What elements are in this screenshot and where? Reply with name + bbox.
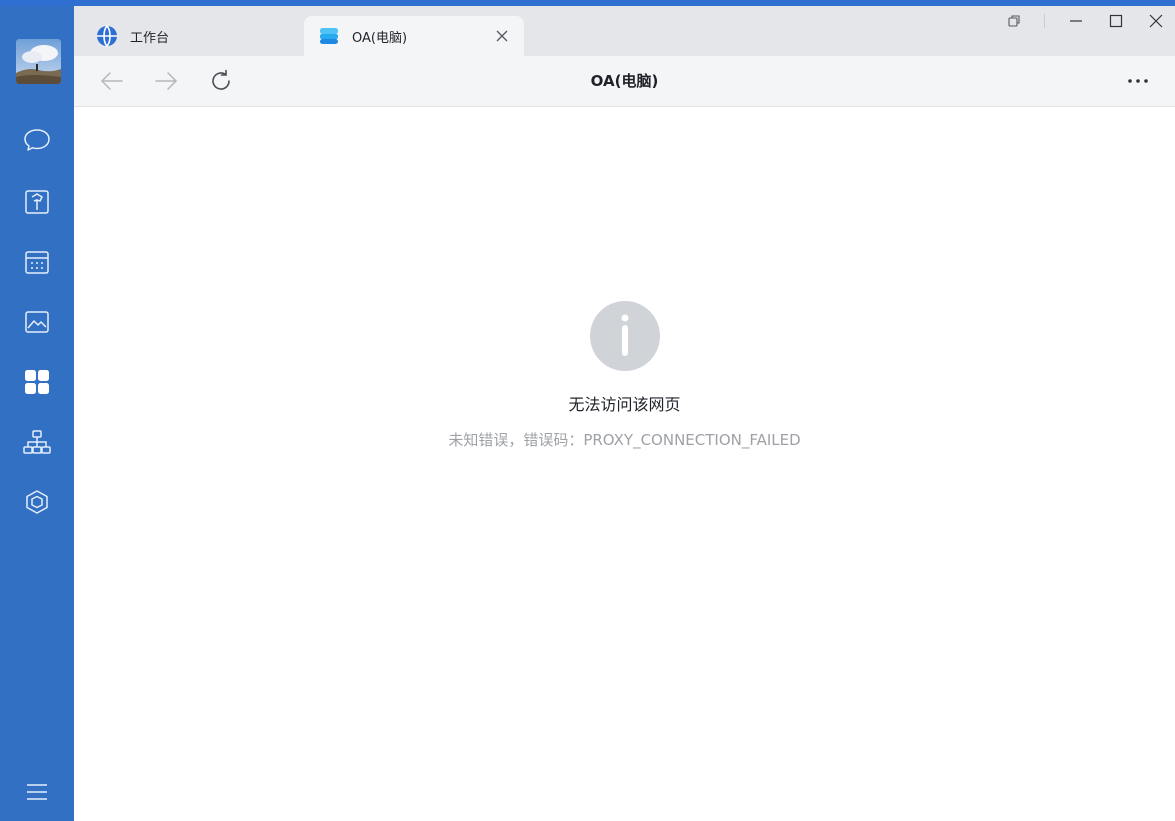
calendar-icon[interactable] — [22, 247, 52, 277]
app-window: 工作台 OA(电脑) OA(电脑) 无法访问该网页 未知错误，错误码：PROXY… — [0, 0, 1175, 821]
minimize-icon[interactable] — [1062, 10, 1090, 32]
close-tab-icon[interactable] — [494, 28, 510, 44]
chat-bubble-icon[interactable] — [22, 125, 52, 155]
tab-label: 工作台 — [130, 30, 170, 46]
sidebar — [0, 6, 74, 821]
forward-arrow-icon[interactable] — [153, 68, 179, 94]
maximize-icon[interactable] — [1102, 10, 1130, 32]
more-options-icon[interactable] — [1125, 68, 1151, 94]
close-window-icon[interactable] — [1142, 10, 1170, 32]
menu-icon[interactable] — [22, 777, 52, 807]
info-icon — [590, 301, 660, 371]
browser-toolbar: OA(电脑) — [74, 56, 1175, 107]
cube-icon[interactable] — [22, 487, 52, 517]
apps-grid-icon[interactable] — [22, 367, 52, 397]
tab-workbench[interactable]: 工作台 — [82, 16, 304, 56]
main-area: 工作台 OA(电脑) OA(电脑) 无法访问该网页 未知错误，错误码：PROXY… — [74, 6, 1175, 821]
tab-label: OA(电脑) — [352, 30, 408, 46]
image-icon[interactable] — [22, 307, 52, 337]
error-title: 无法访问该网页 — [568, 395, 681, 414]
avatar[interactable] — [16, 39, 61, 84]
org-chart-icon[interactable] — [22, 427, 52, 457]
globe-icon — [96, 25, 118, 47]
window-control-divider — [1044, 14, 1045, 28]
page-title: OA(电脑) — [590, 72, 659, 90]
back-arrow-icon[interactable] — [99, 68, 125, 94]
document-icon[interactable] — [22, 187, 52, 217]
error-detail: 未知错误，错误码：PROXY_CONNECTION_FAILED — [448, 431, 801, 449]
page-content: 无法访问该网页 未知错误，错误码：PROXY_CONNECTION_FAILED — [74, 107, 1175, 821]
refresh-icon[interactable] — [208, 68, 234, 94]
tab-oa[interactable]: OA(电脑) — [304, 16, 524, 56]
app-stack-icon — [318, 25, 340, 47]
tab-bar: 工作台 OA(电脑) — [74, 6, 1175, 56]
pin-window-icon[interactable] — [1000, 10, 1028, 32]
